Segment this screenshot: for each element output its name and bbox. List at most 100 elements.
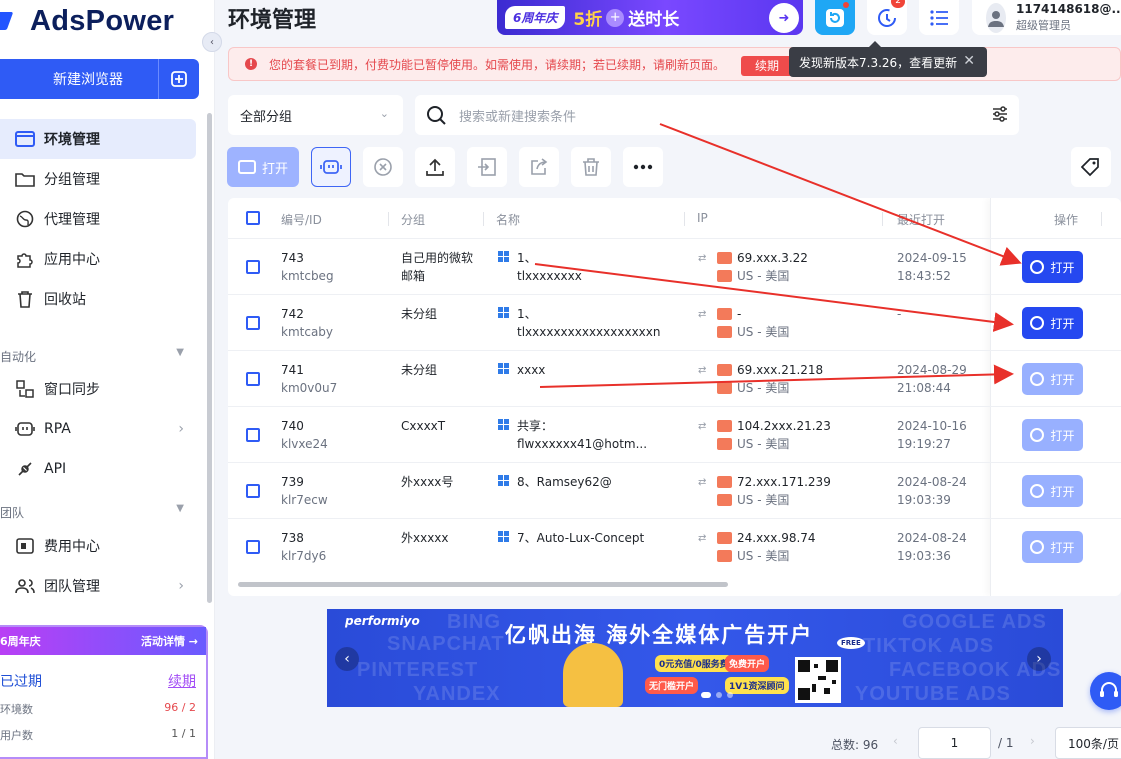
profile-id-cell: 742 kmtcaby	[281, 305, 333, 341]
profile-name-cell[interactable]: 共享： flwxxxxxx41@hotm...	[517, 417, 667, 453]
quick-add-icon[interactable]	[159, 59, 199, 99]
arrow-right-icon[interactable]: ➜	[769, 3, 799, 33]
open-profile-button[interactable]: 打开	[1022, 307, 1083, 339]
collapse-sidebar-button[interactable]: ‹	[202, 32, 222, 52]
sidebar-item-trash[interactable]: 回收站	[0, 279, 196, 319]
profile-name-cell[interactable]: 1、 tlxxxxxxxxxxxxxxxxxxn	[517, 305, 667, 341]
swap-proxy-icon[interactable]: ⇄	[698, 477, 706, 488]
renew-button[interactable]: 续期	[741, 56, 794, 76]
notifications-button[interactable]: 2	[867, 0, 907, 35]
table-row[interactable]: 738 klr7dy6 外xxxxx 7、Auto-Lux-Concept ⇄ 24.xx…	[228, 518, 1121, 574]
close-browsers-button[interactable]	[363, 147, 403, 187]
table-row[interactable]: 741 km0v0u7 未分组 xxxx ⇄ 69.xxx.21.218 US - 美国 20…	[228, 350, 1121, 406]
sidebar-item-groups[interactable]: 分组管理	[0, 159, 196, 199]
table-row[interactable]: 742 kmtcaby 未分组 1、 tlxxxxxxxxxxxxxxxxxxn ⇄ - US…	[228, 294, 1121, 350]
swap-proxy-icon[interactable]: ⇄	[698, 309, 706, 320]
open-profile-button[interactable]: 打开	[1022, 419, 1083, 451]
sidebar-item-env[interactable]: 环境管理	[0, 119, 196, 159]
profile-name-cell[interactable]: xxxx	[517, 361, 667, 379]
sidebar-item-api[interactable]: API	[0, 449, 196, 489]
row-checkbox[interactable]	[246, 428, 260, 442]
ad-banner[interactable]: BING SNAPCHAT PINTEREST YANDEX GOOGLE AD…	[327, 609, 1063, 707]
table-row[interactable]: 739 klr7ecw 外xxxx号 8、Ramsey62@ ⇄ 72.xxx.171.2…	[228, 462, 1121, 518]
profile-number: 739	[281, 475, 304, 489]
group-filter-select[interactable]: 全部分组 ⌄	[228, 95, 403, 135]
row-checkbox[interactable]	[246, 372, 260, 386]
carousel-dots[interactable]	[701, 692, 733, 698]
anniversary-banner[interactable]: 6周年庆 5折 + 送时长 ➜	[497, 0, 803, 35]
header-id[interactable]: 编号/ID	[281, 211, 322, 228]
profile-name-cell[interactable]: 8、Ramsey62@	[517, 473, 667, 491]
sidebar-item-window-sync[interactable]: 窗口同步	[0, 369, 196, 409]
total-count: 总数: 96	[831, 738, 879, 752]
open-profile-button[interactable]: 打开	[1022, 251, 1083, 283]
profile-name-cell[interactable]: 7、Auto-Lux-Concept	[517, 529, 667, 547]
export-button[interactable]	[519, 147, 559, 187]
page-number-input[interactable]: 1	[918, 727, 991, 759]
open-profile-button[interactable]: 打开	[1022, 363, 1083, 395]
new-browser-button[interactable]: 新建浏览器	[0, 59, 199, 99]
headset-icon	[1100, 682, 1118, 697]
prev-page-icon[interactable]: ‹	[893, 734, 898, 748]
upload-button[interactable]	[415, 147, 455, 187]
profile-name-cell[interactable]: 1、 tlxxxxxxxx	[517, 249, 667, 285]
page-size-select[interactable]: 100条/页	[1055, 727, 1121, 759]
carousel-prev-button[interactable]: ‹	[335, 647, 359, 671]
row-checkbox[interactable]	[246, 260, 260, 274]
delete-button[interactable]	[571, 147, 611, 187]
export-icon	[531, 158, 548, 175]
ad-free-badge: FREE	[837, 637, 865, 649]
header-group[interactable]: 分组	[401, 211, 425, 228]
swap-proxy-icon[interactable]: ⇄	[698, 533, 706, 544]
section-team[interactable]: 团队 ▼	[0, 503, 196, 521]
open-profile-button[interactable]: 打开	[1022, 475, 1083, 507]
select-all-checkbox[interactable]	[246, 211, 260, 225]
ip-cell: 69.xxx.3.22 US - 美国	[737, 249, 808, 285]
activity-details-link[interactable]: 活动详情 →	[141, 633, 198, 649]
logo[interactable]: AdsPower	[0, 4, 174, 38]
user-menu[interactable]: 1174148618@... 超级管理员	[972, 0, 1121, 35]
sidebar-scrollbar[interactable]	[207, 113, 212, 603]
update-tooltip[interactable]: 发现新版本7.3.26，查看更新 ✕	[789, 41, 987, 77]
sidebar-item-rpa[interactable]: RPA ›	[0, 409, 196, 449]
header-ip[interactable]: IP	[697, 211, 708, 225]
filter-settings-icon[interactable]	[991, 105, 1009, 127]
row-checkbox[interactable]	[246, 484, 260, 498]
table-row[interactable]: 740 klvxe24 CxxxxT 共享： flwxxxxxx41@hotm... ⇄ 1…	[228, 406, 1121, 462]
close-icon[interactable]: ✕	[963, 53, 975, 69]
open-profile-label: 打开	[1050, 540, 1075, 555]
header-last-open[interactable]: 最近打开	[897, 211, 945, 228]
support-chat-button[interactable]	[1090, 672, 1121, 710]
header-name[interactable]: 名称	[496, 211, 520, 228]
swap-proxy-icon[interactable]: ⇄	[698, 365, 706, 376]
sidebar-item-billing[interactable]: 费用中心	[0, 526, 196, 566]
next-page-icon[interactable]: ›	[1030, 734, 1035, 748]
carousel-next-button[interactable]: ›	[1027, 647, 1051, 671]
tags-button[interactable]	[1071, 147, 1111, 187]
section-automation[interactable]: 自动化 ▼	[0, 347, 196, 365]
row-checkbox[interactable]	[246, 316, 260, 330]
task-list-button[interactable]	[919, 0, 959, 35]
move-group-button[interactable]	[467, 147, 507, 187]
update-button[interactable]	[815, 0, 855, 35]
last-open-date: -	[897, 307, 902, 321]
sidebar-item-team[interactable]: 团队管理 ›	[0, 566, 196, 606]
profile-group: CxxxxT	[401, 419, 446, 433]
row-checkbox[interactable]	[246, 540, 260, 554]
swap-proxy-icon[interactable]: ⇄	[698, 253, 706, 264]
sync-icon	[878, 8, 896, 27]
search-input[interactable]: 搜索或新建搜索条件	[415, 95, 1019, 135]
open-profile-button[interactable]: 打开	[1022, 531, 1083, 563]
folder-icon	[14, 168, 36, 190]
horizontal-scrollbar[interactable]	[238, 582, 728, 587]
renew-link[interactable]: 续期	[168, 671, 196, 691]
table-row[interactable]: 743 kmtcbeg 自己用的微软邮箱 1、 tlxxxxxxxx ⇄ 69.xxx.3.…	[228, 238, 1121, 294]
bulk-open-button[interactable]: 打开	[227, 147, 299, 187]
sidebar-item-apps[interactable]: 应用中心	[0, 239, 196, 279]
swap-proxy-icon[interactable]: ⇄	[698, 421, 706, 432]
rpa-button[interactable]	[311, 147, 351, 187]
robot-icon	[320, 160, 342, 174]
windows-icon	[498, 363, 510, 375]
sidebar-item-proxy[interactable]: 代理管理	[0, 199, 196, 239]
more-actions-button[interactable]	[623, 147, 663, 187]
